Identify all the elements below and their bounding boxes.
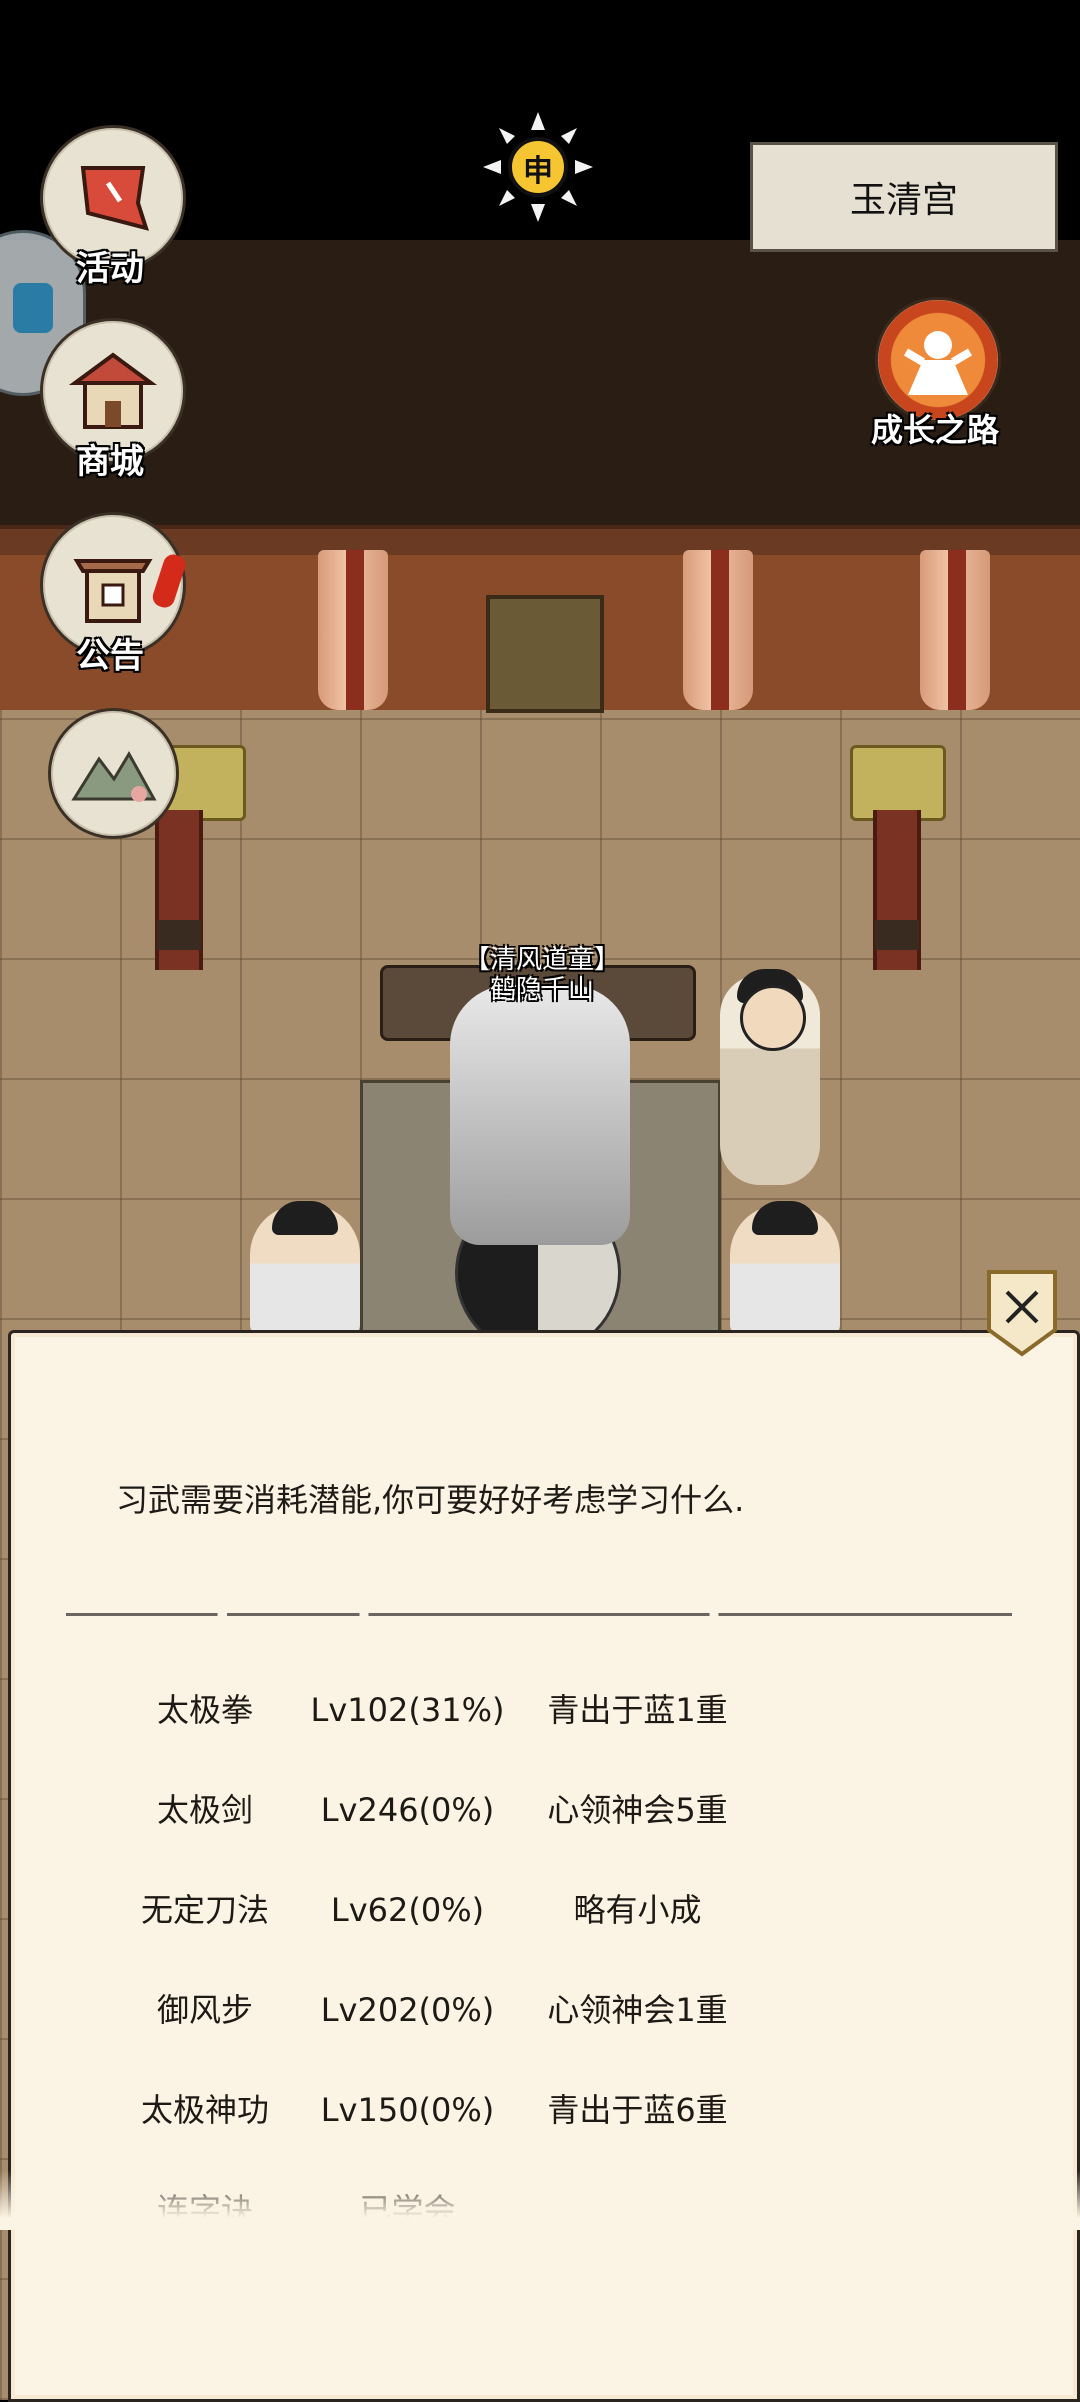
menu-shop[interactable]: 商城 <box>40 318 186 483</box>
menu-notice[interactable]: 公告 <box>40 512 188 677</box>
list-fade-overlay <box>0 2170 1080 2230</box>
hall-doorway <box>486 595 604 713</box>
skill-row[interactable]: 太极拳 Lv102(31%) 青出于蓝1重 <box>0 1660 1080 1760</box>
skill-row[interactable]: 太极神功 Lv150(0%) 青出于蓝6重 <box>0 2060 1080 2160</box>
skill-rank: 青出于蓝1重 <box>547 1691 728 1729</box>
skill-row[interactable]: 御风步 Lv202(0%) 心领神会1重 <box>0 1960 1080 2060</box>
close-x-icon <box>987 1270 1057 1357</box>
lamp-base <box>157 920 201 950</box>
dialog-close-button[interactable] <box>985 1268 1059 1358</box>
skill-rank: 青出于蓝6重 <box>547 2091 728 2129</box>
menu-label: 商城 <box>76 442 144 482</box>
time-emblem-label: 申 <box>523 154 553 189</box>
skill-list[interactable]: 太极拳 Lv102(31%) 青出于蓝1重 太极剑 Lv246(0%) 心领神会… <box>0 1660 1080 2220</box>
skill-level: Lv150(0%) <box>320 2091 495 2129</box>
brush-divider <box>66 1613 1012 1616</box>
skill-level: Lv102(31%) <box>310 1691 505 1729</box>
npc-master-character[interactable] <box>450 985 630 1245</box>
npc-name-tag: 【清风道童】 鹤隐千山 <box>462 945 622 1005</box>
head <box>740 985 806 1051</box>
location-name[interactable]: 玉清宫 <box>750 142 1058 252</box>
dialog-message: 习武需要消耗潜能,你可要好好考虑学习什么. <box>116 1481 745 1519</box>
skill-name: 太极剑 <box>156 1791 253 1829</box>
skill-name: 御风步 <box>156 1991 253 2029</box>
skill-name: 无定刀法 <box>140 1891 269 1929</box>
time-emblem[interactable]: 申 <box>483 112 593 222</box>
skill-rank: 心领神会5重 <box>547 1791 728 1829</box>
disciple-character-right[interactable] <box>730 1201 840 1335</box>
npc-name: 鹤隐千山 <box>489 975 594 1005</box>
landscape-scroll-icon <box>48 708 179 839</box>
skill-rank: 略有小成 <box>573 1891 702 1929</box>
player-character[interactable] <box>720 969 820 1185</box>
skill-row[interactable]: 无定刀法 Lv62(0%) 略有小成 <box>0 1860 1080 1960</box>
menu-label: 公告 <box>76 636 144 676</box>
pillar-decoration <box>346 550 364 710</box>
pillar-decoration <box>948 550 966 710</box>
skill-rank: 心领神会1重 <box>547 1991 728 2029</box>
menu-landscape[interactable] <box>48 708 179 839</box>
pillar-decoration <box>711 550 729 710</box>
npc-title: 【清风道童】 <box>463 945 620 975</box>
disciple-character-left[interactable] <box>250 1201 360 1335</box>
skill-name: 太极拳 <box>156 1691 253 1729</box>
menu-activity[interactable]: 活动 <box>40 125 186 290</box>
skill-name: 太极神功 <box>140 2091 269 2129</box>
lamp-base <box>875 920 919 950</box>
skill-level: Lv62(0%) <box>330 1891 485 1929</box>
growth-path-label[interactable]: 成长之路 <box>850 405 1020 451</box>
menu-label: 活动 <box>76 249 144 289</box>
skill-level: Lv202(0%) <box>320 1991 495 2029</box>
skill-row[interactable]: 太极剑 Lv246(0%) 心领神会5重 <box>0 1760 1080 1860</box>
skill-level: Lv246(0%) <box>320 1791 495 1829</box>
